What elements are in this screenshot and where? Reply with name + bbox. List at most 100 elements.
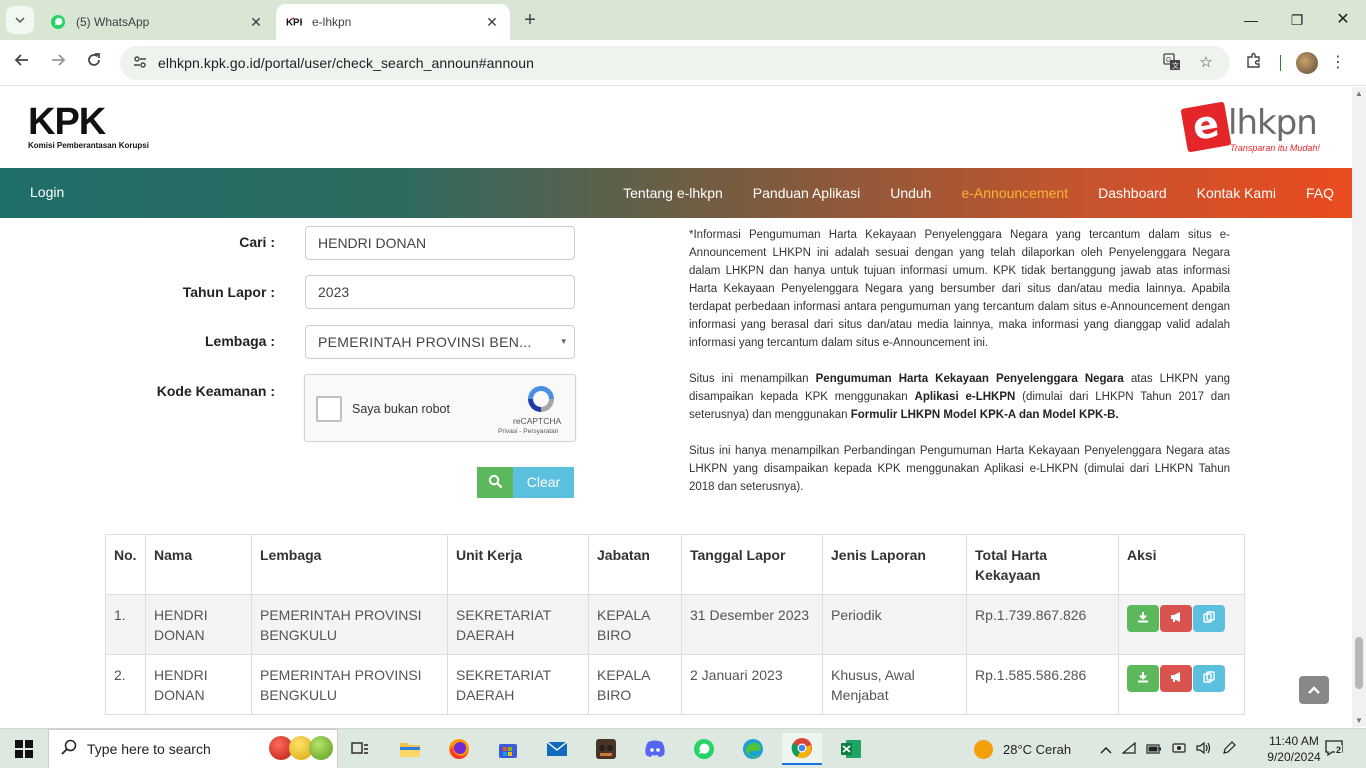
elhkpn-logo[interactable]: e lhkpn Transparan itu Mudah! [1180,101,1334,155]
kpk-logo-text: KPK [28,101,106,143]
col-jabatan: Jabatan [588,534,682,595]
tab-whatsapp[interactable]: (5) WhatsApp ✕ [40,4,274,40]
network-icon[interactable] [1121,741,1136,757]
cell-tanggal-lapor: 2 Januari 2023 [681,654,823,715]
game-app-icon[interactable] [586,733,626,765]
download-button[interactable] [1127,605,1159,632]
translate-icon[interactable]: G文 [1162,53,1182,73]
recaptcha-checkbox[interactable] [316,396,342,422]
search-highlight-fruit-icon [269,736,333,760]
clear-button[interactable]: Clear [513,467,574,498]
nav-item-tentang[interactable]: Tentang e-lhkpn [623,185,723,201]
pen-icon[interactable] [1222,740,1236,758]
site-info-icon[interactable] [130,54,150,73]
search-icon [61,739,77,760]
elhkpn-logo-text: lhkpn [1228,103,1318,143]
cell-jenis-laporan: Periodik [822,594,967,655]
taskbar-clock[interactable]: 11:40 AM 9/20/2024 [1254,733,1334,765]
new-tab-button[interactable]: + [516,8,544,32]
caret-down-icon: ▼ [559,337,568,346]
col-unit-kerja: Unit Kerja [447,534,589,595]
nav-item-panduan[interactable]: Panduan Aplikasi [753,185,860,201]
lembaga-select[interactable]: PEMERINTAH PROVINSI BEN... ▼ [305,325,575,359]
edge-icon[interactable] [733,733,773,765]
cell-aksi [1118,654,1245,715]
scroll-up-icon[interactable]: ▲ [1355,89,1363,98]
page-scrollbar[interactable]: ▲ ▼ [1352,87,1366,727]
col-no: No. [105,534,146,595]
extensions-icon[interactable] [1242,51,1266,75]
recaptcha-widget: Saya bukan robot reCAPTCHA Privasi - Per… [304,374,576,442]
profile-avatar[interactable] [1296,52,1318,74]
chrome-icon[interactable] [782,733,822,765]
taskbar-search-box[interactable]: Type here to search [48,729,338,768]
cell-aksi [1118,594,1245,655]
chevron-down-icon [15,17,25,24]
browser-toolbar: elhkpn.kpk.go.id/portal/user/check_searc… [0,40,1366,86]
cell-lembaga: PEMERINTAH PROVINSI BENGKULU [251,594,448,655]
back-button[interactable] [8,49,36,77]
meet-now-icon[interactable] [1172,742,1186,757]
announcement-button[interactable] [1160,605,1192,632]
window-close-button[interactable]: ✕ [1320,6,1366,34]
recaptcha-links[interactable]: Privasi - Persyaratan [498,428,558,435]
scroll-down-icon[interactable]: ▼ [1355,716,1363,725]
nav-item-dashboard[interactable]: Dashboard [1098,185,1167,201]
cell-total-harta: Rp.1.585.586.286 [966,654,1119,715]
notification-center-button[interactable]: 2 [1324,739,1344,759]
back-to-top-button[interactable] [1299,676,1329,704]
battery-icon[interactable] [1146,742,1162,757]
col-total-harta: Total Harta Kekayaan [966,534,1119,595]
cell-jabatan: KEPALA BIRO [588,594,682,655]
download-button[interactable] [1127,665,1159,692]
tahun-lapor-input[interactable]: 2023 [305,275,575,309]
microsoft-store-icon[interactable] [488,733,528,765]
tab-elhkpn[interactable]: KPK e-lhkpn ✕ [276,4,510,40]
cell-tanggal-lapor: 31 Desember 2023 [681,594,823,655]
firefox-icon[interactable] [439,733,479,765]
windows-logo-icon [15,740,33,758]
task-view-icon[interactable] [340,733,380,765]
announcement-button[interactable] [1160,665,1192,692]
whatsapp-icon[interactable] [684,733,724,765]
chevron-up-icon[interactable] [1100,742,1112,757]
close-icon[interactable]: ✕ [248,14,264,30]
cari-input[interactable]: HENDRI DONAN [305,226,575,260]
nav-item-unduh[interactable]: Unduh [890,185,931,201]
compare-button[interactable] [1193,605,1225,632]
start-button[interactable] [0,729,48,768]
sun-icon [974,739,993,759]
cari-label: Cari : [239,234,275,250]
menu-kebab-icon[interactable]: ⋮ [1326,51,1350,75]
mail-icon[interactable] [537,733,577,765]
tab-search-dropdown[interactable] [6,6,34,34]
volume-icon[interactable] [1196,741,1212,757]
scrollbar-thumb[interactable] [1355,637,1363,689]
bookmark-star-icon[interactable]: ☆ [1196,53,1216,73]
forward-button[interactable] [44,49,72,77]
kpk-logo[interactable]: KPK Komisi Pemberantasan Korupsi [28,101,149,150]
col-aksi: Aksi [1118,534,1245,595]
file-explorer-icon[interactable] [390,733,430,765]
clock-time: 11:40 AM [1269,734,1319,748]
address-bar[interactable]: elhkpn.kpk.go.id/portal/user/check_searc… [120,46,1230,80]
copy-icon [1203,671,1215,683]
restore-button[interactable]: ❐ [1274,6,1320,34]
nav-item-kontak[interactable]: Kontak Kami [1197,185,1276,201]
nav-item-e-announcement[interactable]: e-Announcement [961,185,1068,201]
compare-button[interactable] [1193,665,1225,692]
cell-nama: HENDRI DONAN [145,654,252,715]
cell-nama: HENDRI DONAN [145,594,252,655]
close-icon[interactable]: ✕ [484,14,500,30]
reload-button[interactable] [80,49,108,77]
nav-login[interactable]: Login [30,184,64,200]
discord-icon[interactable] [635,733,675,765]
svg-text:G: G [1166,57,1171,64]
excel-icon[interactable] [831,733,871,765]
nav-item-faq[interactable]: FAQ [1306,185,1334,201]
browser-tabstrip: (5) WhatsApp ✕ KPK e-lhkpn ✕ + — ❐ ✕ [0,0,1366,40]
recaptcha-label: Saya bukan robot [352,402,450,416]
minimize-button[interactable]: — [1228,6,1274,34]
search-button[interactable] [477,467,513,498]
weather-widget[interactable]: 28°C Cerah [974,729,1071,768]
